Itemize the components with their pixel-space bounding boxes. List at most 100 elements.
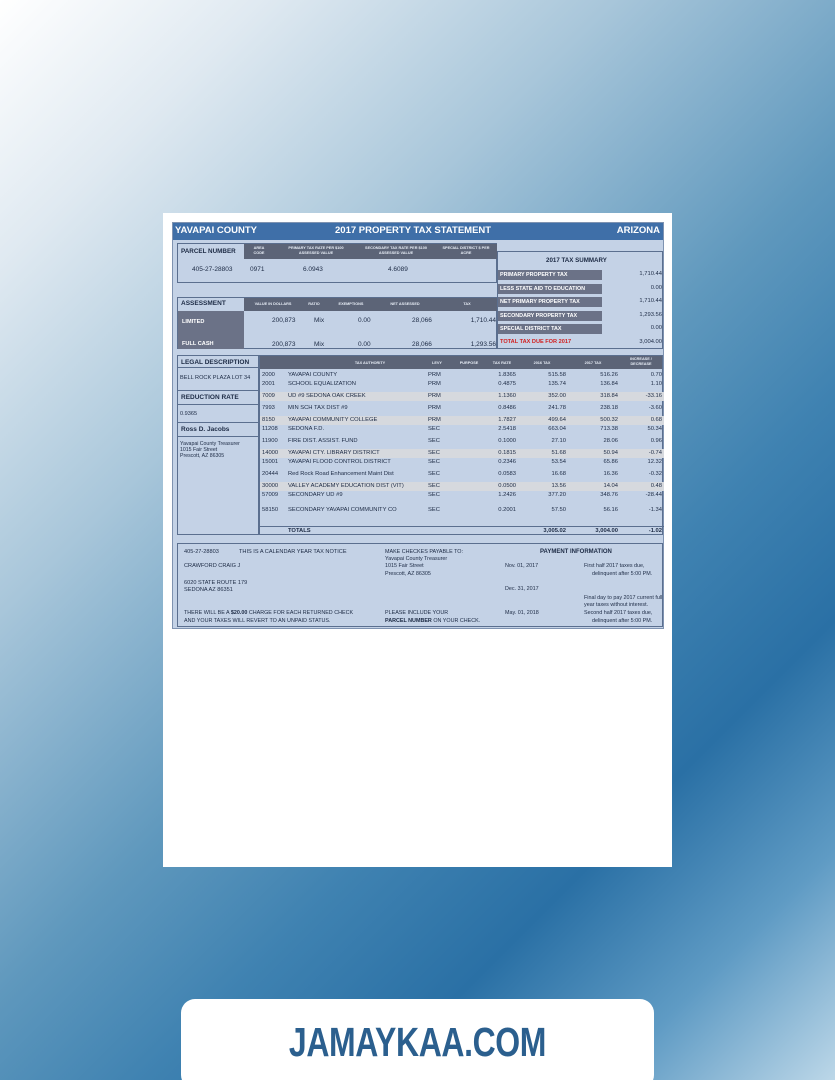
limited-net: 28,066 [412, 317, 432, 324]
tax-2017: 318.84 [600, 393, 618, 399]
authority-name: SECONDARY UD #9 [288, 492, 343, 498]
tax-rate: 0.0500 [498, 483, 516, 489]
full-cash-tax: 1,293.56 [470, 341, 496, 348]
levy-type: SEC [428, 492, 440, 498]
total-tax-label: TOTAL TAX DUE FOR 2017 [500, 339, 572, 345]
limited-label: LIMITED [182, 319, 205, 325]
levy-header: LEVY [432, 361, 442, 365]
area-code-header: AREA CODE [253, 246, 265, 255]
returned-check-notice: THERE WILL BE A $20.00 CHARGE FOR EACH R… [184, 610, 354, 616]
tax-2016: 515.58 [548, 372, 566, 378]
authority-name: YAVAPAI CTY. LIBRARY DISTRICT [288, 450, 380, 456]
payment-desc-3b: delinquent after 5:00 PM. [592, 618, 653, 624]
levy-type: SEC [428, 438, 440, 444]
calendar-notice: THIS IS A CALENDAR YEAR TAX NOTICE [239, 549, 347, 555]
primary-rate-header: PRIMARY TAX RATE PER $100 ASSESSED VALUE [288, 246, 344, 255]
tax-2016: 241.78 [548, 405, 566, 411]
full-cash-label: FULL CASH [182, 341, 214, 347]
secondary-rate-header: SECONDARY TAX RATE PER $100 ASSESSED VAL… [365, 246, 427, 255]
payment-desc-1a: First half 2017 taxes due, [584, 563, 645, 569]
purpose-header: PURPOSE [459, 361, 479, 365]
table-row: 2001 SCHOOL EQUALIZATION PRM 0.4875 135.74 13… [260, 380, 664, 389]
tax-rate: 1.7827 [498, 417, 516, 423]
authority-name: YAVAPAI COUNTY [288, 372, 338, 378]
reduction-rate-label: REDUCTION RATE [181, 394, 239, 401]
full-cash-exemptions: 0.00 [358, 341, 371, 348]
owner-addr1: 6020 STATE ROUTE 179 [184, 580, 248, 586]
value-header: VALUE IN DOLLARS [254, 302, 292, 306]
limited-exemptions: 0.00 [358, 317, 371, 324]
tax-2016: 377.20 [548, 492, 566, 498]
special-district-header: SPECIAL DISTRICT $ PER ACRE [442, 246, 490, 255]
tax-2016-header: 2016 TAX [533, 361, 551, 365]
tax-2017: 348.76 [600, 492, 618, 498]
tax-change: 0.48 [650, 483, 662, 489]
authority-code: 11900 [262, 438, 278, 444]
tax-rate: 0.4875 [498, 381, 516, 387]
area-code: 0971 [250, 266, 265, 273]
statement-title: 2017 PROPERTY TAX STATEMENT [335, 225, 492, 236]
document-page: YAVAPAI COUNTY 2017 PROPERTY TAX STATEME… [163, 213, 672, 867]
treasurer-addr3: Prescott, AZ 86305 [180, 453, 225, 459]
table-row: 2000 YAVAPAI COUNTY PRM 1.8365 515.58 516.26 0… [260, 371, 664, 380]
authority-code: 2000 [262, 372, 275, 378]
parcel-number-label: PARCEL NUMBER [181, 248, 236, 255]
notice-box: 405-27-28803 THIS IS A CALENDAR YEAR TAX… [177, 543, 663, 627]
watermark-banner: JAMAYKAA.COM [181, 999, 654, 1080]
statement-title-bar: YAVAPAI COUNTY 2017 PROPERTY TAX STATEME… [173, 223, 663, 240]
tax-statement: YAVAPAI COUNTY 2017 PROPERTY TAX STATEME… [172, 222, 664, 629]
tax-change: 0.96 [650, 438, 662, 444]
tax-rate: 0.0583 [498, 471, 516, 477]
levy-type: PRM [428, 381, 441, 387]
table-row: 8150 YAVAPAI COMMUNITY COLLEGE PRM 1.7827 49… [260, 416, 664, 425]
tax-summary-box: 2017 TAX SUMMARY PRIMARY PROPERTY TAX 1,… [497, 251, 663, 349]
authority-name: VALLEY ACADEMY EDUCATION DIST (VIT) [288, 483, 404, 489]
tax-change: -1.34 [648, 507, 662, 513]
payment-date-1: Nov. 01, 2017 [505, 563, 539, 569]
tax-rate: 0.8486 [498, 405, 516, 411]
limited-ratio: Mix [314, 317, 325, 324]
tax-2016: 53.54 [551, 459, 566, 465]
levy-type: PRM [428, 372, 441, 378]
levy-type: SEC [428, 507, 440, 513]
authority-name: Red Rock Road Enhancement Maint Dist [288, 471, 394, 477]
authority-code: 2001 [262, 381, 275, 387]
tax-change: -33.16 [645, 393, 662, 399]
state-name: ARIZONA [616, 225, 660, 236]
table-row: 58150 SECONDARY YAVAPAI COMMUNITY CO SEC 0.… [260, 506, 664, 515]
assessment-label: ASSESSMENT [181, 300, 226, 307]
totals-2016: 3,005.02 [543, 528, 566, 534]
tax-change: -0.74 [648, 450, 662, 456]
table-row: 7993 MIN SCH TAX DIST #9 PRM 0.8486 241.78 23… [260, 404, 664, 413]
unpaid-status-notice: AND YOUR TAXES WILL REVERT TO AN UNPAID … [184, 618, 331, 624]
full-cash-net: 28,066 [412, 341, 432, 348]
authority-code: 14000 [262, 450, 279, 456]
tax-2017: 28.06 [603, 438, 618, 444]
levy-type: PRM [428, 405, 441, 411]
tax-header: TAX [463, 302, 471, 306]
authority-name: YAVAPAI COMMUNITY COLLEGE [288, 417, 378, 423]
tax-rate: 0.1000 [498, 438, 516, 444]
include-parcel-line2: PARCEL NUMBER ON YOUR CHECK. [385, 618, 481, 624]
authority-code: 7993 [262, 405, 275, 411]
authority-code: 8150 [262, 417, 275, 423]
authority-code: 20444 [262, 471, 279, 477]
secondary-rate: 4.6089 [388, 266, 408, 273]
authority-name: FIRE DIST. ASSIST. FUND [288, 438, 358, 444]
tax-2017: 238.18 [600, 405, 618, 411]
authority-header: TAX AUTHORITY [354, 361, 386, 365]
net-assessed-header: NET ASSESSED [390, 302, 420, 306]
reduction-rate-value: 0.9365 [180, 411, 198, 417]
authority-code: 58150 [262, 507, 279, 513]
payment-desc-1b: delinquent after 5:00 PM. [592, 571, 653, 577]
authority-code: 7009 [262, 393, 275, 399]
tax-change: 0.68 [650, 417, 662, 423]
summary-label-special: SPECIAL DISTRICT TAX [498, 324, 602, 334]
tax-2017: 65.86 [603, 459, 618, 465]
notice-parcel: 405-27-28803 [184, 549, 219, 555]
legal-panel: LEGAL DESCRIPTION BELL ROCK PLAZA LOT 34… [177, 355, 259, 535]
tax-rate-header: TAX RATE [492, 361, 512, 365]
payment-desc-2b: year taxes without interest. [584, 602, 649, 608]
summary-label-secondary: SECONDARY PROPERTY TAX [498, 311, 602, 321]
summary-label-state-aid: LESS STATE AID TO EDUCATION [498, 284, 602, 294]
